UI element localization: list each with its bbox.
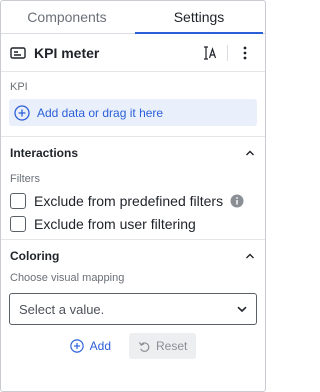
add-data-label: Add data or drag it here: [37, 105, 164, 120]
tab-bar: Components Settings: [1, 1, 265, 34]
plus-circle-icon: [14, 104, 30, 121]
exclude-predefined-filters-checkbox[interactable]: [10, 192, 26, 209]
coloring-section-toggle[interactable]: Coloring: [1, 240, 265, 272]
add-button[interactable]: Add: [69, 339, 111, 353]
tab-settings[interactable]: Settings: [133, 1, 265, 34]
component-title: KPI meter: [34, 44, 100, 61]
reset-button-label: Reset: [156, 339, 188, 353]
add-button-label: Add: [89, 339, 111, 353]
chevron-up-icon: [246, 150, 254, 156]
settings-panel: Components Settings KPI meter KPI Add da…: [0, 0, 266, 392]
more-options-button[interactable]: [233, 41, 257, 65]
visual-mapping-select[interactable]: Select a value.: [9, 293, 257, 325]
kpi-label: KPI: [10, 81, 28, 93]
coloring-actions: Add Reset: [1, 333, 265, 359]
exclude-user-filtering-row: Exclude from user filtering: [1, 212, 265, 235]
filters-label: Filters: [10, 173, 40, 185]
undo-icon: [138, 341, 150, 352]
coloring-heading: Coloring: [10, 249, 60, 263]
text-cursor-icon: [204, 45, 217, 60]
interactions-section-toggle[interactable]: Interactions: [1, 137, 265, 169]
exclude-user-filtering-label: Exclude from user filtering: [34, 215, 196, 232]
chevron-up-icon: [246, 253, 254, 259]
header-divider: [227, 44, 228, 61]
add-data-dropzone[interactable]: Add data or drag it here: [9, 99, 257, 126]
rename-button[interactable]: [198, 41, 222, 65]
exclude-user-filtering-checkbox[interactable]: [10, 215, 26, 232]
plus-circle-icon: [69, 339, 84, 353]
kpi-card-icon: [10, 45, 26, 61]
component-header: KPI meter: [1, 34, 265, 72]
select-placeholder: Select a value.: [19, 301, 105, 317]
chevron-down-icon: [237, 306, 247, 313]
more-vertical-icon: [243, 46, 247, 59]
visual-mapping-label: Choose visual mapping: [10, 272, 125, 284]
tab-components[interactable]: Components: [1, 1, 133, 33]
exclude-predefined-filters-row: Exclude from predefined filters: [1, 189, 265, 212]
exclude-predefined-filters-label: Exclude from predefined filters: [34, 192, 224, 209]
interactions-heading: Interactions: [10, 146, 79, 160]
info-icon[interactable]: [230, 194, 244, 208]
reset-button[interactable]: Reset: [129, 333, 197, 359]
